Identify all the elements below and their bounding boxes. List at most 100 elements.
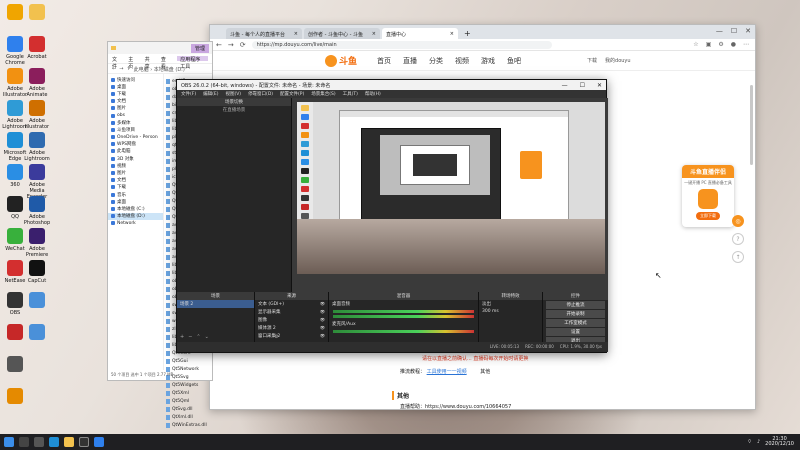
start-icon[interactable] — [4, 437, 14, 447]
ribbon-view[interactable]: 查看 — [161, 56, 169, 70]
volume-icon[interactable]: ♪ — [757, 439, 760, 445]
clock[interactable]: 21:30 2020/12/10 — [765, 437, 794, 447]
desktop-icon[interactable] — [0, 356, 30, 374]
scene-item[interactable]: 场景 2 — [177, 300, 254, 308]
site-logo[interactable]: 斗鱼 — [325, 54, 357, 67]
close-icon[interactable]: × — [450, 31, 454, 37]
ribbon-app-tools[interactable]: 应用程序工具 — [177, 56, 209, 70]
minimize-icon[interactable]: — — [562, 82, 568, 89]
obs-menu-item[interactable]: 工具(T) — [343, 91, 358, 97]
obs-menu-item[interactable]: 视图(V) — [225, 91, 241, 97]
profile-icon[interactable]: ● — [731, 41, 736, 48]
favorite-icon[interactable]: ☆ — [693, 41, 698, 48]
tree-item[interactable]: 本地磁盘 (D:) — [108, 212, 163, 220]
nav-video[interactable]: 视频 — [449, 56, 475, 66]
url-field[interactable]: https://mp.douyu.com/live/main — [251, 40, 552, 49]
obs-menu-item[interactable]: 编辑(E) — [203, 91, 218, 97]
obs-menu-item[interactable]: 文件(F) — [181, 91, 196, 97]
nav-category[interactable]: 分类 — [423, 56, 449, 66]
desktop-icon[interactable]: Adobe Media Encoder — [22, 164, 52, 200]
side-top-icon[interactable]: ↑ — [732, 251, 744, 263]
close-icon[interactable]: × — [294, 31, 298, 37]
start-recording-button[interactable]: 开始录制 — [546, 310, 605, 318]
ribbon-home[interactable]: 主页 — [128, 56, 136, 70]
source-item[interactable]: 媒体源 2 👁 — [255, 324, 328, 332]
settings-button[interactable]: 设置 — [546, 328, 605, 336]
desktop-icon[interactable]: Adobe Premiere — [22, 228, 52, 258]
visibility-icon[interactable]: 👁 — [320, 317, 325, 323]
minimize-icon[interactable]: — — [716, 27, 723, 35]
maximize-icon[interactable]: ☐ — [731, 27, 737, 35]
obs-window[interactable]: OBS 26.0.2 (64-bit, windows) - 配置文件: 未命名… — [176, 79, 608, 353]
desktop-icon[interactable] — [22, 324, 52, 342]
task-view-icon[interactable] — [34, 437, 44, 447]
visibility-icon[interactable]: 👁 — [320, 301, 325, 307]
browser-tab[interactable]: 斗鱼 - 每个人的直播平台 × — [226, 28, 302, 39]
desktop-icon[interactable]: Adobe Photoshop — [22, 196, 52, 226]
more-icon[interactable]: ⋯ — [743, 41, 749, 48]
extensions-icon[interactable]: ⚙ — [718, 41, 723, 48]
side-help-icon[interactable]: ? — [732, 233, 744, 245]
search-icon[interactable] — [19, 437, 29, 447]
tree-item[interactable]: 桌面 — [108, 198, 163, 205]
promo-card[interactable]: 斗鱼直播伴侣 一键开播 PC 直播必备工具 立即下载 — [682, 165, 734, 227]
tree-item[interactable]: 下载 — [108, 90, 163, 97]
tree-item[interactable]: 斗鱼项目 — [108, 126, 163, 133]
desktop-icon[interactable] — [0, 388, 30, 406]
visibility-icon[interactable]: 👁 — [320, 333, 325, 339]
visibility-icon[interactable]: 👁 — [320, 325, 325, 331]
down-icon[interactable]: ⌄ — [205, 334, 209, 340]
promo-download-button[interactable]: 立即下载 — [696, 212, 720, 220]
transition-select[interactable]: 淡出 — [479, 300, 542, 308]
desktop-icon[interactable] — [22, 292, 52, 310]
user-menu[interactable]: 我的douyu — [605, 57, 631, 64]
tutorial-extra[interactable]: 其他 — [480, 369, 490, 375]
file-item[interactable]: Qt5Xml — [164, 389, 212, 397]
gear-icon[interactable]: ⚙ — [274, 334, 278, 340]
desktop-icon[interactable]: Adobe Illustrator — [22, 100, 52, 130]
back-icon[interactable]: ← — [112, 66, 116, 72]
obs-menu-item[interactable]: 帮助(H) — [365, 91, 381, 97]
desktop-icon[interactable]: Acrobat — [22, 36, 52, 60]
obs-taskbar-icon[interactable] — [79, 437, 89, 447]
tree-item[interactable]: obs — [108, 112, 163, 119]
browser-tab[interactable]: 创作者 - 斗鱼中心 - 斗鱼 × — [304, 28, 380, 39]
close-icon[interactable]: × — [372, 31, 376, 37]
up-icon[interactable]: ⌃ — [196, 334, 200, 340]
refresh-icon[interactable]: ⟳ — [240, 41, 246, 49]
tree-item[interactable]: 视频 — [108, 162, 163, 169]
close-icon[interactable]: ✕ — [745, 27, 751, 35]
remove-icon[interactable]: − — [266, 334, 270, 340]
tree-item[interactable]: 本地磁盘 (C:) — [108, 205, 163, 212]
close-icon[interactable]: ✕ — [597, 82, 602, 89]
visibility-icon[interactable]: 👁 — [320, 309, 325, 315]
tree-item[interactable]: 图片 — [108, 105, 163, 112]
tree-item[interactable]: 多媒体 — [108, 119, 163, 126]
add-icon[interactable]: + — [180, 334, 184, 340]
nav-home[interactable]: 首页 — [371, 56, 397, 66]
studio-mode-button[interactable]: 工作室模式 — [546, 319, 605, 327]
remove-icon[interactable]: − — [188, 334, 192, 340]
file-item[interactable]: QtWinExtras.dll — [164, 421, 212, 429]
file-item[interactable]: Qt5Gui — [164, 357, 212, 365]
file-item[interactable]: QtXml.dll — [164, 413, 212, 421]
source-item[interactable]: 显示器采集 👁 — [255, 308, 328, 316]
tree-item[interactable]: 文档 — [108, 177, 163, 184]
obs-menu-item[interactable]: 场景集合(S) — [311, 91, 335, 97]
tree-item[interactable]: 音乐 — [108, 191, 163, 198]
tree-item[interactable]: 桌面 — [108, 83, 163, 90]
tree-item[interactable]: OneDrive - Person — [108, 134, 163, 141]
explorer-taskbar-icon[interactable] — [64, 437, 74, 447]
tree-item[interactable]: 快速访问 — [108, 76, 163, 83]
manage-tab[interactable]: 管理 — [190, 43, 209, 53]
nav-game[interactable]: 游戏 — [475, 56, 501, 66]
transition-duration[interactable]: 300 ms — [479, 308, 542, 315]
back-icon[interactable]: ← — [216, 41, 222, 49]
nav-live[interactable]: 直播 — [397, 56, 423, 66]
forward-icon[interactable]: → — [228, 41, 234, 49]
desktop-icon[interactable] — [22, 4, 52, 22]
tree-item[interactable]: WPS网盘 — [108, 141, 163, 148]
tree-item[interactable]: 下载 — [108, 184, 163, 191]
tree-item[interactable]: 3D 对象 — [108, 155, 163, 162]
add-icon[interactable]: + — [258, 334, 262, 340]
